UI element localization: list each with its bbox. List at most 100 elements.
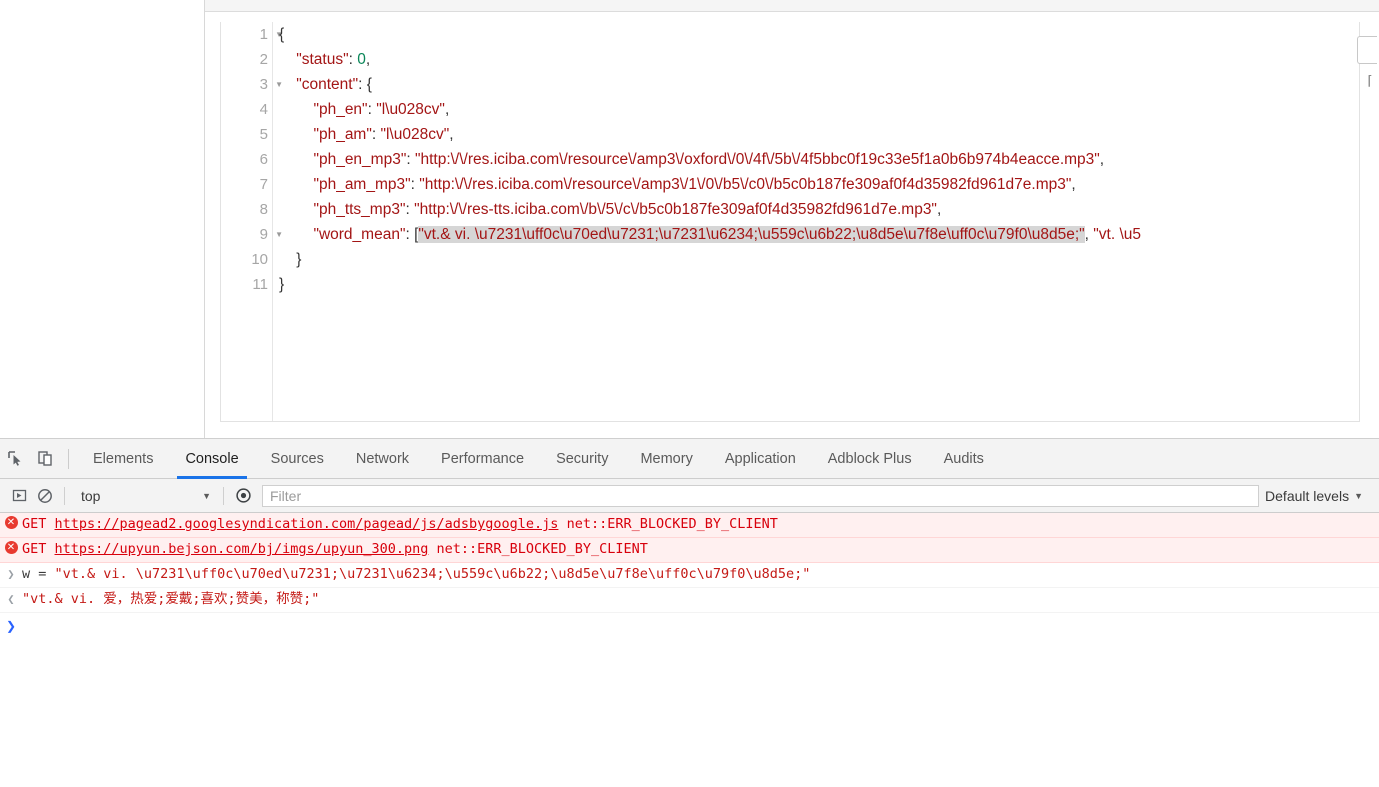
json-editor[interactable]: 1 ▼ 2 3 ▼ 4 5 6 7 8 9 ▼ 10 11 { "status": 0, "content…	[220, 22, 1360, 422]
page-content-area: 1 ▼ 2 3 ▼ 4 5 6 7 8 9 ▼ 10 11 { "status": 0, "content…	[0, 0, 1379, 438]
device-toolbar-icon[interactable]	[30, 439, 60, 479]
filterbar-divider-2	[223, 486, 224, 505]
prompt-caret-icon: ❯	[5, 619, 17, 633]
json-token: "ph_tts_mp3"	[313, 201, 406, 218]
json-token: "vt. \u5	[1093, 226, 1142, 243]
json-line: }	[279, 272, 1359, 297]
clear-console-icon[interactable]	[32, 483, 58, 509]
resource-url-link[interactable]: https://upyun.bejson.com/bj/imgs/upyun_3…	[55, 541, 429, 557]
execution-context-select[interactable]: top ▼	[77, 484, 217, 508]
http-method: GET	[22, 541, 55, 557]
console-filter-bar: top ▼ Default levels ▼	[0, 479, 1379, 513]
json-token: }	[279, 276, 285, 293]
json-token: "ph_en_mp3"	[313, 151, 407, 168]
json-token: "ph_en"	[313, 101, 368, 118]
json-token: :	[410, 176, 420, 193]
error-icon: ✕	[4, 516, 18, 529]
page-toolbar-strip	[205, 0, 1379, 12]
json-token: ,	[449, 126, 454, 143]
console-output-row[interactable]: ❮ "vt.& vi. 爱，热爱;爱戴;喜欢;赞美，称赞;"	[0, 588, 1379, 613]
json-token: ,	[365, 51, 371, 68]
line-number: 9 ▼	[221, 222, 283, 247]
tab-application[interactable]: Application	[709, 439, 812, 479]
line-number: 8	[259, 201, 268, 218]
console-input-row[interactable]: ❯ w = "vt.& vi. \u7231\uff0c\u70ed\u7231;…	[0, 563, 1379, 588]
tab-performance[interactable]: Performance	[425, 439, 540, 479]
console-message-text: "vt.& vi. 爱，热爱;爱戴;喜欢;赞美，称赞;"	[22, 590, 1379, 609]
inspect-element-icon[interactable]	[0, 439, 30, 479]
toolbar-divider	[68, 448, 69, 469]
json-token: "l\u028cv"	[380, 126, 450, 143]
console-value: "vt.& vi. 爱，热爱;爱戴;喜欢;赞美，称赞;"	[22, 591, 320, 607]
http-method: GET	[22, 516, 55, 532]
json-token: "ph_am_mp3"	[313, 176, 411, 193]
json-token: "content"	[296, 76, 359, 93]
page-left-divider	[204, 0, 205, 438]
log-levels-dropdown[interactable]: Default levels ▼	[1265, 488, 1373, 504]
json-line: "content": {	[279, 72, 1359, 97]
json-code-area[interactable]: { "status": 0, "content": { "ph_en": "l\…	[274, 22, 1359, 421]
console-prompt-row[interactable]: ❯	[0, 613, 1379, 639]
json-token: 0	[357, 51, 366, 68]
filterbar-divider-1	[64, 486, 65, 505]
line-number: 10	[251, 251, 268, 268]
devtools-tabbar: Elements Console Sources Network Performance…	[0, 439, 1379, 479]
json-line: "ph_tts_mp3": "http:\/\/res-tts.iciba.co…	[279, 197, 1359, 222]
json-line: "ph_en": "l\u028cv",	[279, 97, 1359, 122]
console-message-list[interactable]: ✕ GET https://pagead2.googlesyndication.c…	[0, 513, 1379, 786]
tab-audits[interactable]: Audits	[928, 439, 1000, 479]
json-token: ,	[1099, 151, 1105, 168]
json-token: "http:\/\/res-tts.iciba.com\/b\/5\/c\/b5…	[414, 201, 937, 218]
json-line: {	[279, 22, 1359, 47]
tab-memory[interactable]: Memory	[624, 439, 708, 479]
json-token: :	[406, 151, 415, 168]
line-number: 3 ▼	[221, 72, 283, 97]
json-token: "l\u028cv"	[376, 101, 445, 118]
json-token: {	[279, 26, 285, 43]
resource-url-link[interactable]: https://pagead2.googlesyndication.com/pa…	[55, 516, 559, 532]
json-token: ,	[936, 201, 942, 218]
json-line: "status": 0,	[279, 47, 1359, 72]
devtools-tab-list: Elements Console Sources Network Performance…	[77, 439, 1000, 479]
json-token: }	[296, 251, 302, 268]
json-line: "word_mean": ["vt.& vi. \u7231\uff0c\u70…	[279, 222, 1359, 247]
tab-console[interactable]: Console	[169, 439, 254, 479]
tab-elements[interactable]: Elements	[77, 439, 169, 479]
chevron-down-icon: ▼	[1354, 490, 1363, 501]
json-token: :	[348, 51, 358, 68]
json-token: "word_mean"	[313, 226, 406, 243]
execution-context-value: top	[81, 487, 101, 504]
input-arrow-icon: ❯	[7, 567, 15, 581]
network-error-text: net::ERR_BLOCKED_BY_CLIENT	[428, 541, 648, 557]
json-line: }	[279, 247, 1359, 272]
json-token: "vt.& vi. \u7231\uff0c\u70ed\u7231;\u723…	[418, 226, 1085, 243]
chevron-down-icon: ▼	[202, 490, 211, 501]
json-token: :	[405, 201, 415, 218]
text-cursor-icon: ⌈	[1367, 73, 1373, 88]
tab-sources[interactable]: Sources	[255, 439, 340, 479]
devtools-panel: Elements Console Sources Network Performance…	[0, 438, 1379, 787]
console-filter-input[interactable]	[262, 484, 1260, 507]
json-token: "status"	[296, 51, 349, 68]
json-token: ,	[1071, 176, 1076, 193]
json-token: ,	[444, 101, 450, 118]
line-number: 11	[252, 276, 268, 293]
tab-network[interactable]: Network	[340, 439, 425, 479]
console-sidebar-eye-icon[interactable]	[230, 483, 256, 509]
execution-context-icon[interactable]	[6, 483, 32, 509]
json-token: "http:\/\/res.iciba.com\/resource\/amp3\…	[419, 176, 1072, 193]
tab-security[interactable]: Security	[540, 439, 624, 479]
console-value: "vt.& vi. \u7231\uff0c\u70ed\u7231;\u723…	[54, 566, 811, 582]
console-error-row[interactable]: ✕ GET https://upyun.bejson.com/bj/imgs/up…	[0, 538, 1379, 563]
json-token: ,	[1084, 226, 1094, 243]
error-icon: ✕	[4, 541, 18, 554]
console-message-text: GET https://upyun.bejson.com/bj/imgs/upy…	[22, 540, 1379, 559]
console-message-text: GET https://pagead2.googlesyndication.co…	[22, 515, 1379, 534]
json-line: "ph_am": "l\u028cv",	[279, 122, 1359, 147]
console-expression: w =	[22, 566, 55, 582]
console-error-row[interactable]: ✕ GET https://pagead2.googlesyndication.c…	[0, 513, 1379, 538]
output-arrow-icon: ❮	[7, 592, 15, 606]
tab-adblock-plus[interactable]: Adblock Plus	[812, 439, 928, 479]
line-number: 2	[259, 51, 268, 68]
right-panel-edge-button[interactable]	[1357, 36, 1377, 64]
